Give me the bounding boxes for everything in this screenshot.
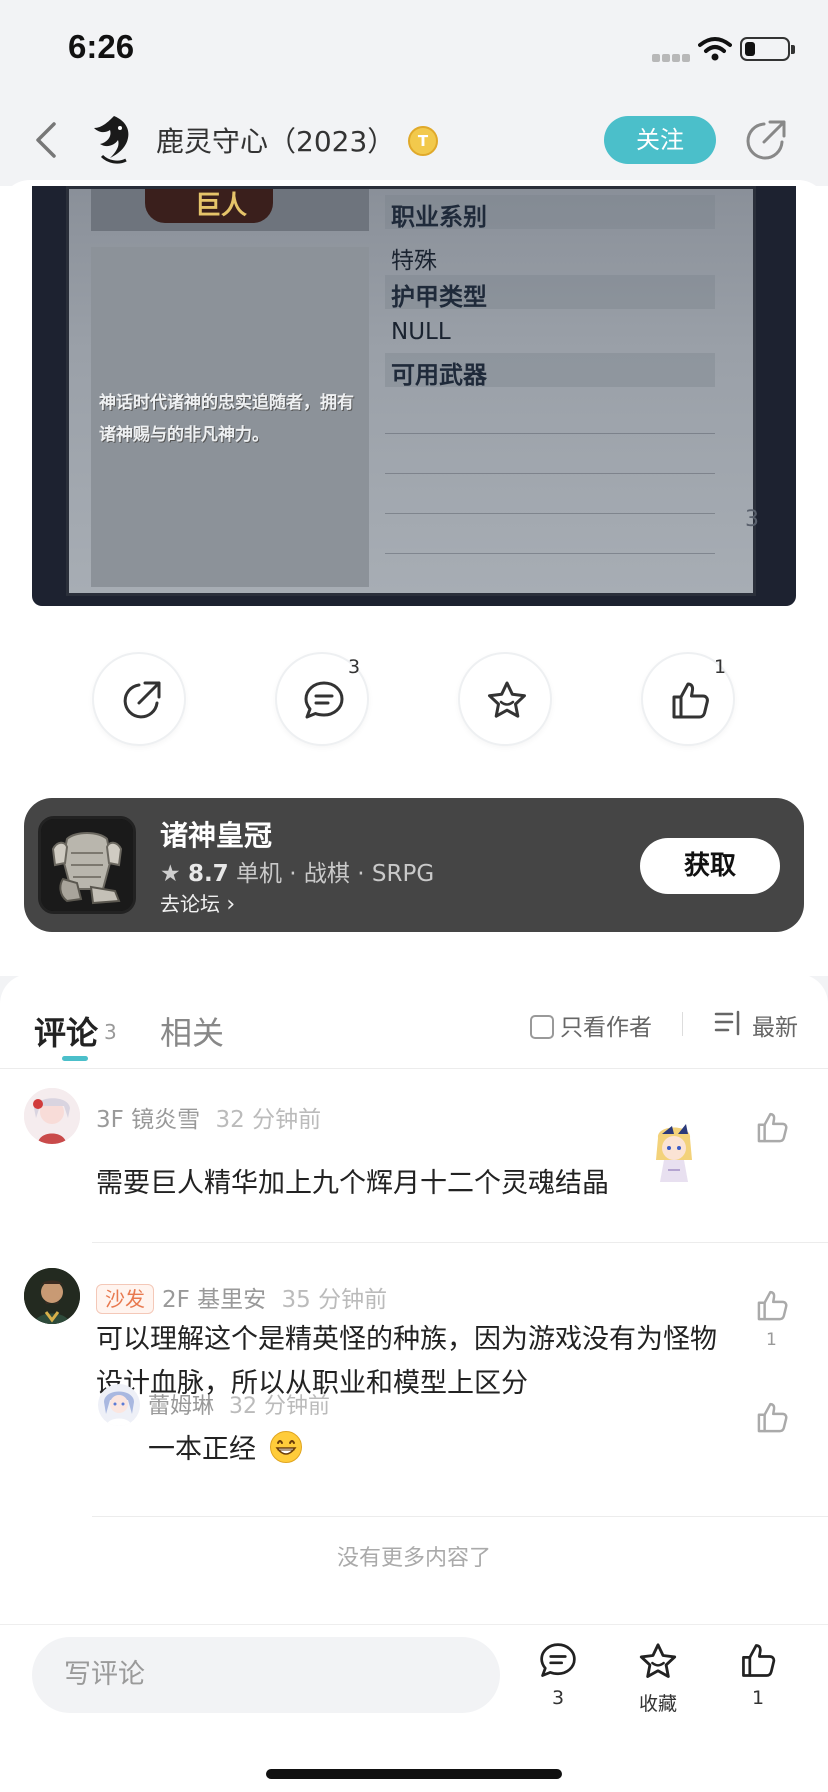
forum-link[interactable]: 去论坛 › [160, 888, 235, 917]
like-button[interactable]: 1 [718, 1641, 798, 1709]
sort-label[interactable]: 最新 [752, 1008, 798, 1042]
share-icon [123, 681, 161, 719]
author-only-toggle[interactable]: 只看作者 [530, 1008, 652, 1042]
comment-time: 32 分钟前 [215, 1107, 322, 1133]
comment-count: 3 [348, 656, 361, 678]
forum-link-label: 去论坛 [160, 892, 220, 916]
share-action-button[interactable] [92, 652, 186, 746]
thumbs-up-icon[interactable] [754, 1400, 790, 1436]
like-count: 1 [714, 656, 727, 678]
comment-input[interactable]: 写评论 [32, 1637, 500, 1713]
reply-text: 一本正经 [148, 1428, 448, 1472]
reply-meta: 蕾姆琳 32 分钟前 [148, 1388, 330, 1420]
comment-like-count: 1 [766, 1330, 777, 1350]
no-more-content: 没有更多内容了 [336, 1546, 491, 1571]
chevron-right-icon: › [226, 892, 236, 917]
avatar[interactable] [24, 1268, 80, 1324]
battery-icon [740, 37, 795, 61]
reply-author[interactable]: 蕾姆琳 [148, 1394, 214, 1419]
favorite-action-button[interactable] [458, 652, 552, 746]
unit-label-class: 职业系别 [391, 203, 487, 231]
nav-bar: 鹿灵守心（2023） T 关注 [0, 100, 828, 186]
comment-icon [540, 1643, 576, 1677]
avatar[interactable] [98, 1384, 140, 1426]
post-actions: 3 1 [0, 652, 828, 748]
armor-icon [41, 819, 133, 911]
game-tags: 单机 · 战棋 · SRPG [236, 861, 435, 887]
game-icon [38, 816, 136, 914]
sort-icon[interactable] [714, 1010, 742, 1038]
grin-emoji-icon [269, 1431, 302, 1463]
game-card[interactable]: 诸神皇冠 ★ 8.7 单机 · 战棋 · SRPG 去论坛 › 获取 [24, 798, 804, 932]
thumbs-up-icon[interactable] [754, 1288, 790, 1324]
title-badge-icon: T [408, 126, 438, 156]
comment-meta: 3F 镜炎雪 32 分钟前 [96, 1100, 321, 1134]
unit-value-armor: NULL [391, 319, 451, 345]
back-icon[interactable] [24, 116, 72, 164]
star-icon [488, 681, 526, 718]
share-icon[interactable] [742, 116, 790, 164]
reply-time: 32 分钟前 [229, 1394, 331, 1419]
status-bar: 6:26 [0, 0, 828, 100]
game-rating: 8.7 [187, 861, 229, 887]
tab-comments[interactable]: 评论 [34, 1008, 98, 1054]
post-image[interactable]: 巨人 神话时代诸神的忠实追随者，拥有诸神赐与的非凡神力。 职业系别 特殊 护甲类… [32, 186, 796, 606]
get-game-button[interactable]: 获取 [640, 838, 780, 894]
unit-value-class: 特殊 [391, 248, 437, 274]
comment-meta: 沙发 2F 基里安 35 分钟前 [96, 1280, 387, 1314]
checkbox-icon [530, 1015, 554, 1039]
home-indicator [266, 1769, 562, 1779]
comment-time: 35 分钟前 [281, 1287, 388, 1313]
thumbs-up-icon[interactable] [754, 1110, 790, 1146]
comment-button[interactable]: 3 [518, 1641, 598, 1709]
signal-icon [652, 54, 692, 62]
unit-label-armor: 护甲类型 [391, 283, 487, 311]
follow-button[interactable]: 关注 [604, 116, 716, 164]
page-number: 3 [745, 507, 759, 532]
comment-count-label: 3 [551, 1687, 565, 1709]
anime-sticker-icon [656, 1124, 692, 1182]
comment-author[interactable]: 2F 基里安 [162, 1287, 266, 1313]
game-name: 诸神皇冠 [160, 819, 273, 852]
thumbs-up-icon [742, 1644, 776, 1677]
rating-star-icon: ★ [160, 861, 181, 887]
collect-label: 收藏 [638, 1693, 677, 1715]
avatar[interactable] [24, 1088, 80, 1144]
unit-description: 神话时代诸神的忠实追随者，拥有诸神赐与的非凡神力。 [99, 393, 354, 445]
comment-text: 需要巨人精华加上九个辉月十二个灵魂结晶 [96, 1168, 609, 1199]
active-tab-indicator [62, 1056, 88, 1061]
unit-info-panel: 巨人 神话时代诸神的忠实追随者，拥有诸神赐与的非凡神力。 职业系别 特殊 护甲类… [66, 186, 759, 596]
comment-author[interactable]: 3F 镜炎雪 [96, 1107, 200, 1133]
comments-panel: 评论 3 相关 只看作者 最新 3F 镜炎雪 32 分钟前 需要巨人精华加上九个… [0, 974, 828, 1624]
author-only-label: 只看作者 [560, 1015, 652, 1041]
like-count-label: 1 [751, 1687, 765, 1709]
star-icon [639, 1643, 677, 1678]
page-title: 鹿灵守心（2023） [156, 125, 396, 158]
dragon-logo-icon [94, 116, 129, 164]
game-meta: ★ 8.7 单机 · 战棋 · SRPG [160, 854, 434, 888]
status-time: 6:26 [68, 28, 135, 65]
sofa-badge: 沙发 [96, 1284, 154, 1314]
thumbs-up-icon [672, 682, 709, 719]
wifi-icon [698, 37, 732, 61]
unit-label-weapons: 可用武器 [391, 361, 487, 389]
bottom-bar: 写评论 3 收藏 1 [0, 1624, 828, 1792]
tab-comments-count: 3 [104, 1020, 117, 1044]
unit-name: 巨人 [195, 191, 248, 221]
collect-button[interactable]: 收藏 [618, 1641, 698, 1716]
comment-icon [304, 681, 344, 719]
tab-related[interactable]: 相关 [160, 1008, 224, 1054]
